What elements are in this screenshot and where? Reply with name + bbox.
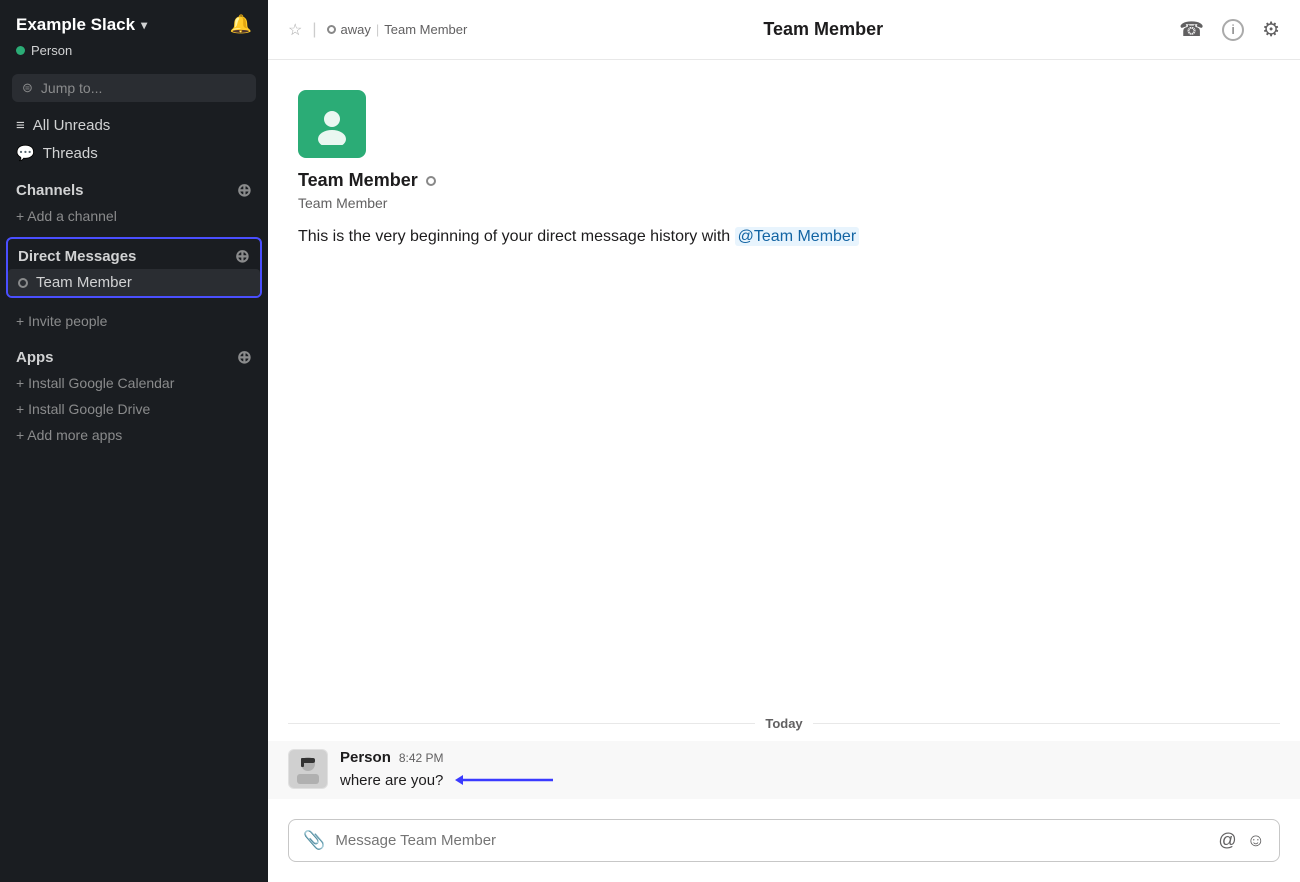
- gear-icon[interactable]: ⚙: [1262, 17, 1280, 42]
- message-input-box: 📎 @ ☺: [288, 819, 1280, 862]
- all-unreads-label: All Unreads: [33, 117, 111, 134]
- sidebar-item-all-unreads[interactable]: ≡ All Unreads: [0, 112, 268, 139]
- phone-icon[interactable]: ☎: [1179, 17, 1204, 42]
- workspace-name-text: Example Slack: [16, 15, 135, 35]
- star-channel-icon[interactable]: ☆: [288, 20, 302, 40]
- dm-section-header[interactable]: Direct Messages ⊕: [8, 239, 260, 269]
- message-input[interactable]: [335, 832, 1208, 849]
- channels-section: Channels ⊕ + Add a channel: [0, 167, 268, 235]
- search-placeholder: Jump to...: [41, 80, 102, 96]
- chat-header: ☆ | away | Team Member Team Member ☎ i ⚙: [268, 0, 1300, 60]
- dm-item-team-member[interactable]: Team Member: [8, 269, 260, 296]
- install-google-drive-label: + Install Google Drive: [16, 401, 150, 417]
- workspace-chevron-icon: ▾: [141, 18, 147, 32]
- workspace-name[interactable]: Example Slack ▾: [16, 15, 147, 35]
- channel-name-label: Team Member: [384, 22, 467, 37]
- search-bar[interactable]: ⊜ Jump to...: [12, 74, 256, 102]
- apps-section-header[interactable]: Apps ⊕: [0, 340, 268, 370]
- dm-intro-name-text: Team Member: [298, 170, 418, 191]
- message-time: 8:42 PM: [399, 751, 444, 765]
- username-label: Person: [31, 43, 72, 58]
- dm-intro: Team Member Team Member This is the very…: [268, 60, 1300, 259]
- invite-people-link[interactable]: + Invite people: [0, 308, 268, 334]
- chat-header-left: ☆ | away | Team Member: [288, 20, 467, 40]
- sidebar: Example Slack ▾ 🔔 Person ⊜ Jump to... ≡ …: [0, 0, 268, 882]
- install-google-calendar-label: + Install Google Calendar: [16, 375, 174, 391]
- dm-intro-paragraph: This is the very beginning of your direc…: [298, 228, 730, 245]
- invite-people-label: + Invite people: [16, 313, 107, 329]
- message-text: where are you?: [340, 769, 1280, 791]
- threads-label: Threads: [43, 145, 98, 162]
- add-channel-icon[interactable]: ⊕: [237, 181, 252, 199]
- emoji-picker-icon[interactable]: ☺: [1247, 830, 1265, 851]
- message-author: Person: [340, 749, 391, 766]
- away-circle-icon: [327, 25, 336, 34]
- threads-icon: 💬: [16, 144, 35, 162]
- team-member-label: Team Member: [36, 274, 132, 291]
- add-more-apps-label: + Add more apps: [16, 427, 122, 443]
- add-dm-icon[interactable]: ⊕: [235, 247, 250, 265]
- at-mention-icon[interactable]: @: [1218, 830, 1236, 851]
- header-divider: |: [312, 21, 316, 39]
- apps-section-label: Apps: [16, 349, 54, 366]
- intro-away-icon: [426, 176, 436, 186]
- channels-section-header[interactable]: Channels ⊕: [0, 173, 268, 203]
- sidebar-item-threads[interactable]: 💬 Threads: [0, 139, 268, 167]
- avatar: [288, 749, 328, 789]
- install-google-drive-link[interactable]: + Install Google Drive: [0, 396, 268, 422]
- add-channel-link[interactable]: + Add a channel: [0, 203, 268, 229]
- apps-section: Apps ⊕ + Install Google Calendar + Insta…: [0, 334, 268, 454]
- chat-header-right: ☎ i ⚙: [1179, 17, 1280, 42]
- header-divider2: |: [376, 22, 379, 37]
- user-status: Person: [0, 41, 268, 68]
- search-icon: ⊜: [22, 80, 33, 96]
- chat-title: Team Member: [763, 19, 883, 40]
- chat-body: Team Member Team Member This is the very…: [268, 60, 1300, 809]
- dm-intro-name: Team Member: [298, 170, 1270, 191]
- avatar: [298, 90, 366, 158]
- message-body: where are you?: [340, 772, 443, 789]
- mention-tag[interactable]: @Team Member: [735, 227, 860, 246]
- main-chat-area: ☆ | away | Team Member Team Member ☎ i ⚙: [268, 0, 1300, 882]
- arrow-indicator: [453, 769, 563, 791]
- status-active-icon: [16, 46, 25, 55]
- channels-section-label: Channels: [16, 182, 84, 199]
- info-icon[interactable]: i: [1222, 19, 1244, 41]
- today-divider: Today: [268, 706, 1300, 741]
- away-status: away | Team Member: [327, 22, 468, 37]
- install-google-calendar-link[interactable]: + Install Google Calendar: [0, 370, 268, 396]
- today-label: Today: [765, 716, 802, 731]
- message-content: Person 8:42 PM where are you?: [340, 749, 1280, 791]
- attach-icon[interactable]: 📎: [303, 830, 325, 851]
- dm-intro-sub: Team Member: [298, 195, 1270, 211]
- team-member-away-icon: [18, 278, 28, 288]
- sidebar-header: Example Slack ▾ 🔔: [0, 0, 268, 41]
- add-more-apps-link[interactable]: + Add more apps: [0, 422, 268, 448]
- dm-intro-text: This is the very beginning of your direc…: [298, 225, 1270, 249]
- dm-section-label: Direct Messages: [18, 248, 136, 265]
- message-row: Person 8:42 PM where are you? 😊 ☺ ↗: [268, 741, 1300, 799]
- away-label: away: [341, 22, 371, 37]
- direct-messages-section: Direct Messages ⊕ Team Member: [6, 237, 262, 298]
- notification-bell-icon[interactable]: 🔔: [230, 14, 252, 35]
- message-meta: Person 8:42 PM: [340, 749, 1280, 766]
- chat-spacer: [268, 259, 1300, 706]
- all-unreads-icon: ≡: [16, 117, 25, 134]
- input-right-icons: @ ☺: [1218, 830, 1265, 851]
- add-app-icon[interactable]: ⊕: [237, 348, 252, 366]
- message-input-area: 📎 @ ☺: [268, 809, 1300, 882]
- add-channel-label: + Add a channel: [16, 208, 117, 224]
